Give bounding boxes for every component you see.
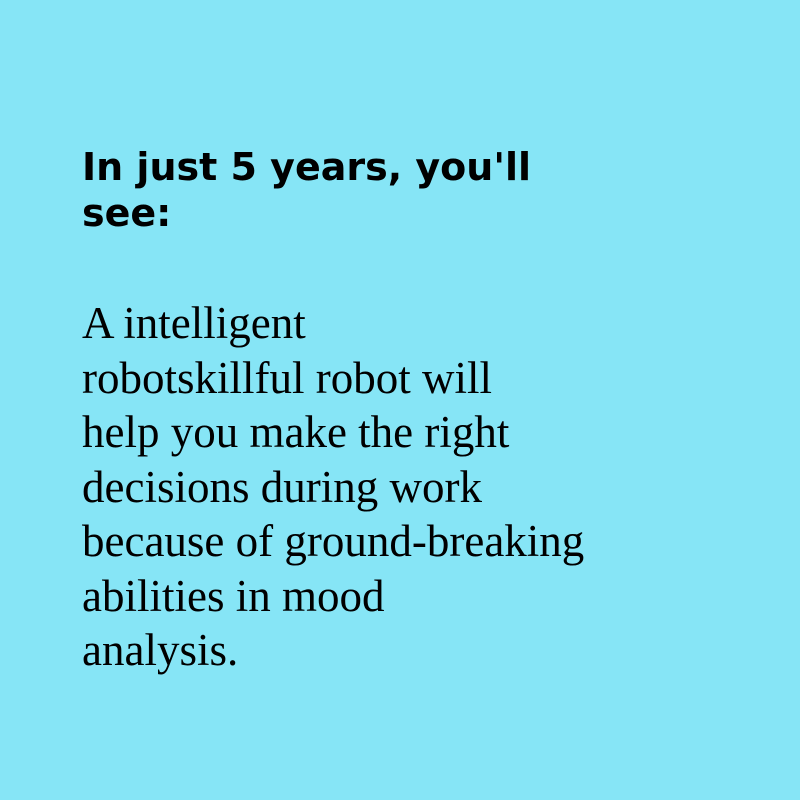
card-body: A intelligent robotskillful robot will h… <box>82 296 584 678</box>
body-line: robotskillful robot will <box>82 352 492 403</box>
heading-line: In just 5 years, you'll <box>82 145 532 189</box>
body-line: analysis. <box>82 625 239 675</box>
card-heading: In just 5 years, you'll see: <box>82 144 682 236</box>
body-line: because of ground-breaking <box>82 516 585 566</box>
body-line: help you make the right <box>82 407 510 457</box>
body-line: decisions during work <box>82 461 482 512</box>
body-line: abilities in mood <box>82 570 385 621</box>
prediction-card: In just 5 years, you'll see: A intellige… <box>0 0 800 800</box>
heading-line: see: <box>82 191 172 235</box>
body-line: A intelligent <box>82 298 306 348</box>
